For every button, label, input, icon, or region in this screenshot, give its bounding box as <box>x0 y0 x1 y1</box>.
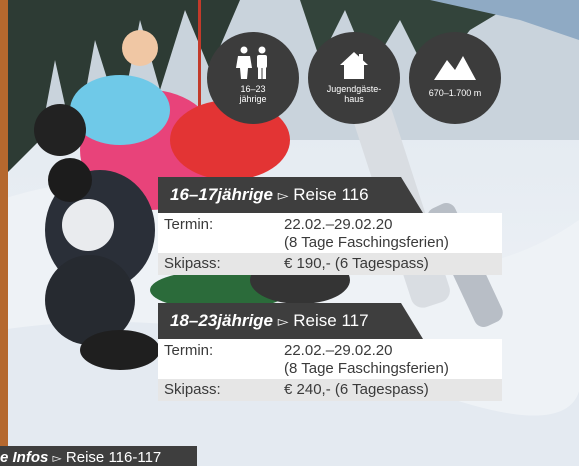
more-info-link[interactable]: e Infos ▻ Reise 116-117 <box>0 446 197 466</box>
age-badge-line1: 16–23 <box>240 84 266 94</box>
trip-age-label: 16–17jährige <box>170 185 274 204</box>
termin-label: Termin: <box>164 216 214 233</box>
trip-arrow-icon: ▻ <box>277 313 289 329</box>
accommodation-badge: Jugendgäste- haus <box>308 32 400 124</box>
termin-note: (8 Tage Faschingsferien) <box>284 360 449 377</box>
more-info-arrow-icon: ▻ <box>52 451 62 465</box>
trip-card-header: 16–17jährige ▻ Reise 116 <box>158 177 423 213</box>
people-icon <box>207 46 299 80</box>
more-info-trips: Reise 116-117 <box>65 449 162 466</box>
skipass-label: Skipass: <box>164 255 221 272</box>
termin-dates: 22.02.–29.02.20 <box>284 342 393 359</box>
trip-number: Reise 116 <box>293 185 369 204</box>
skipass-label: Skipass: <box>164 381 221 398</box>
mountain-icon <box>409 46 501 80</box>
house-icon <box>308 46 400 80</box>
altitude-badge-line1: 670–1.700 m <box>428 88 482 98</box>
termin-row: Termin: 22.02.–29.02.20 (8 Tage Fasching… <box>158 339 502 379</box>
altitude-badge: 670–1.700 m <box>409 32 501 124</box>
accommodation-badge-line2: haus <box>344 94 364 104</box>
trip-age-label: 18–23jährige <box>170 311 274 330</box>
age-badge-line2: jährige <box>239 94 267 104</box>
trip-card-header: 18–23jährige ▻ Reise 117 <box>158 303 423 339</box>
termin-note: (8 Tage Faschingsferien) <box>284 234 449 251</box>
termin-dates: 22.02.–29.02.20 <box>284 216 393 233</box>
trip-arrow-icon: ▻ <box>277 187 289 203</box>
skipass-row: Skipass: € 240,- (6 Tagespass) <box>158 379 502 401</box>
termin-row: Termin: 22.02.–29.02.20 (8 Tage Fasching… <box>158 213 502 253</box>
skipass-value: € 240,- (6 Tagespass) <box>284 381 429 398</box>
trip-card-116: 16–17jährige ▻ Reise 116 Termin: 22.02.–… <box>158 177 502 275</box>
age-badge: 16–23 jährige <box>207 32 299 124</box>
skipass-row: Skipass: € 190,- (6 Tagespass) <box>158 253 502 275</box>
trip-card-117: 18–23jährige ▻ Reise 117 Termin: 22.02.–… <box>158 303 502 401</box>
more-info-label: e Infos <box>0 449 49 466</box>
skipass-value: € 190,- (6 Tagespass) <box>284 255 429 272</box>
termin-label: Termin: <box>164 342 214 359</box>
trip-number: Reise 117 <box>293 311 369 330</box>
accommodation-badge-line1: Jugendgäste- <box>326 84 382 94</box>
